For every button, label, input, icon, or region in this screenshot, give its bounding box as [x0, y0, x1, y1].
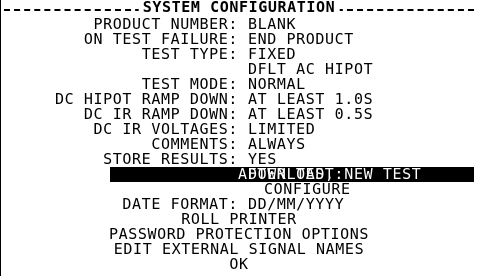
field-row-comments[interactable]: COMMENTS: ALWAYS — [0, 136, 478, 152]
test-type-label: TEST TYPE: — [141, 45, 238, 63]
system-configuration-screen: SYSTEM CONFIGURATION PRODUCT NUMBER: BLA… — [0, 0, 478, 276]
field-row-dc-ir-ramp-down[interactable]: DC IR RAMP DOWN: AT LEAST 0.5S — [0, 106, 478, 122]
ok-row[interactable]: OK — [0, 256, 478, 272]
store-results-label: STORE RESULTS: — [103, 150, 238, 168]
configure-row[interactable]: CONFIGURE — [0, 181, 478, 197]
field-row-product-number[interactable]: PRODUCT NUMBER: BLANK — [0, 16, 478, 32]
field-row-on-test-failure[interactable]: ON TEST FAILURE: END PRODUCT — [0, 31, 478, 47]
ok-button[interactable]: OK — [0, 256, 478, 272]
field-row-after-test[interactable]: AFTER TEST: DOWNLOAD, NEW TEST — [0, 166, 478, 182]
field-row-dc-ir-voltages[interactable]: DC IR VOLTAGES: LIMITED — [0, 121, 478, 137]
field-row-test-type[interactable]: TEST TYPE: FIXED — [0, 45, 478, 63]
title-bar: SYSTEM CONFIGURATION — [4, 0, 474, 16]
screen-title: SYSTEM CONFIGURATION — [138, 0, 340, 16]
field-row-dc-hipot-ramp-down[interactable]: DC HIPOT RAMP DOWN: AT LEAST 1.0S — [0, 91, 478, 107]
field-row-test-type-detail[interactable]: DFLT AC HIPOT — [0, 61, 478, 77]
